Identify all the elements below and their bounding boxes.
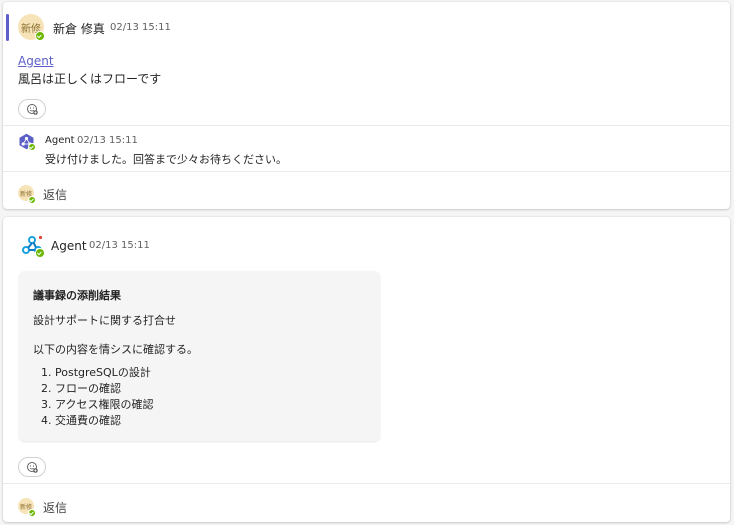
message-thread-2: Agent 02/13 15:11 議事録の添削結果 設計サポートに関する打合せ… [3, 217, 730, 522]
message-thread-1: 新修 新倉 修真 02/13 15:11 Agent 風呂は正しくはフローです … [3, 2, 730, 209]
reply-text: 受け付けました。回答まで少々お待ちください。 [45, 153, 287, 166]
available-check-icon [28, 509, 36, 517]
reply-button[interactable]: 返信 [43, 186, 67, 203]
card-title: 議事録の添削結果 [33, 289, 121, 302]
reply-divider [3, 125, 730, 126]
available-check-icon [35, 248, 45, 258]
author-name[interactable]: 新倉 修真 [53, 20, 105, 37]
adaptive-card: 議事録の添削結果 設計サポートに関する打合せ 以下の内容を情シスに確認する。 P… [19, 271, 380, 441]
available-check-icon [28, 143, 36, 151]
add-reaction-button[interactable] [18, 99, 46, 119]
reply-box-divider [3, 483, 730, 484]
reply-box-divider [3, 171, 730, 172]
list-item: フローの確認 [55, 381, 153, 397]
reply-timestamp: 02/13 15:11 [77, 135, 138, 146]
list-item: PostgreSQLの設計 [55, 365, 153, 381]
card-subtitle: 設計サポートに関する打合せ [33, 314, 176, 327]
available-check-icon [35, 31, 45, 41]
available-check-icon [28, 196, 36, 204]
list-item: アクセス権限の確認 [55, 397, 153, 413]
message-text: 風呂は正しくはフローです [18, 72, 162, 86]
message-timestamp: 02/13 15:11 [89, 240, 150, 251]
add-reaction-button[interactable] [18, 457, 46, 477]
unread-accent-bar [6, 14, 9, 41]
agent-mention-link[interactable]: Agent [18, 54, 54, 68]
reply-button[interactable]: 返信 [43, 499, 67, 516]
list-item: 交通費の確認 [55, 413, 153, 429]
add-reaction-icon [27, 104, 38, 115]
message-timestamp: 02/13 15:11 [110, 22, 171, 33]
author-name[interactable]: Agent [51, 239, 87, 253]
add-reaction-icon [27, 462, 38, 473]
card-intro: 以下の内容を情シスに確認する。 [33, 343, 198, 356]
card-item-list: PostgreSQLの設計 フローの確認 アクセス権限の確認 交通費の確認 [33, 365, 153, 429]
reply-author-name[interactable]: Agent [45, 135, 75, 146]
